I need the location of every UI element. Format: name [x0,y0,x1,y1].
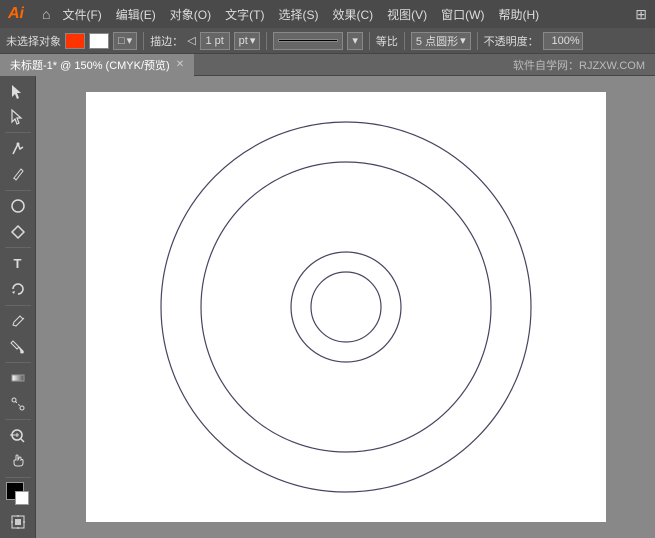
divider-3 [369,32,370,50]
no-selection-label: 未选择对象 [6,33,61,49]
canvas-area[interactable] [36,76,655,538]
selection-tool-button[interactable] [4,80,32,103]
color-swatches[interactable] [6,482,30,505]
menu-type[interactable]: 文字(T) [219,4,270,25]
text-tool-button[interactable]: T [4,252,32,275]
menu-view[interactable]: 视图(V) [381,4,433,25]
menu-help[interactable]: 帮助(H) [492,4,545,25]
document-tab[interactable]: 未标题-1* @ 150% (CMYK/预览) ✕ [0,54,194,76]
watermark-text: 软件自学网：RJZXW.COM [513,57,655,73]
stroke-style-dropdown[interactable]: ▾ [347,32,363,50]
menu-select[interactable]: 选择(S) [272,4,324,25]
divider-5 [477,32,478,50]
hand-tool-button[interactable] [4,449,32,472]
divider-1 [143,32,144,50]
app-logo: Ai [8,5,36,23]
toolbar-separator-3 [5,247,31,248]
gradient-tool-button[interactable] [4,367,32,390]
document-tab-title: 未标题-1* @ 150% (CMYK/预览) [10,57,170,73]
divider-2 [266,32,267,50]
toolbar-separator-4 [5,305,31,306]
eyedropper-tool-button[interactable] [4,310,32,333]
stroke-swatch[interactable] [89,33,109,49]
menu-edit[interactable]: 编辑(E) [110,4,162,25]
divider-4 [404,32,405,50]
brush-dropdown[interactable]: 5 点圆形 ▾ [411,32,471,50]
document-tab-close[interactable]: ✕ [176,59,184,70]
artboard-tool-button[interactable] [4,511,32,534]
title-bar: Ai ⌂ 文件(F) 编辑(E) 对象(O) 文字(T) 选择(S) 效果(C)… [0,0,655,28]
menu-object[interactable]: 对象(O) [164,4,217,25]
circle-inner-outer [291,252,401,362]
home-button[interactable]: ⌂ [42,6,50,22]
circle-inner-inner [311,272,381,342]
paintbucket-tool-button[interactable] [4,335,32,358]
toolbar: T [0,76,36,538]
canvas-svg [86,92,606,522]
main-area: T [0,76,655,538]
opacity-value[interactable]: 100% [543,32,583,50]
pencil-tool-button[interactable] [4,163,32,186]
circle-second [201,162,491,452]
foreground-color-swatch[interactable] [6,482,24,500]
toolbar-separator-1 [5,132,31,133]
document-tab-bar: 未标题-1* @ 150% (CMYK/预览) ✕ 软件自学网：RJZXW.CO… [0,54,655,76]
toolbar-separator-2 [5,190,31,191]
stroke-width-value[interactable]: 1 pt [200,32,230,50]
background-color-swatch[interactable] [15,491,29,505]
ellipse-tool-button[interactable] [4,195,32,218]
direct-selection-tool-button[interactable] [4,105,32,128]
menu-effect[interactable]: 效果(C) [326,4,379,25]
fill-swatch[interactable] [65,33,85,49]
blend-tool-button[interactable] [4,392,32,415]
stroke-icon: ◁ [187,34,195,47]
stroke-options-dropdown[interactable]: □▾ [113,32,137,50]
zoom-tool-button[interactable] [4,424,32,447]
circle-outer [161,122,531,492]
pen-tool-button[interactable] [4,137,32,160]
opacity-label: 不透明度： [484,33,539,49]
toolbar-separator-7 [5,477,31,478]
rectangle-tool-button[interactable] [4,220,32,243]
menu-file[interactable]: 文件(F) [56,4,107,25]
toolbar-separator-6 [5,419,31,420]
artboard [86,92,606,522]
equal-label: 等比 [376,33,398,49]
stroke-line-container[interactable] [273,32,343,50]
menu-bar: 文件(F) 编辑(E) 对象(O) 文字(T) 选择(S) 效果(C) 视图(V… [56,4,629,25]
rotate-tool-button[interactable] [4,277,32,300]
toolbar-separator-5 [5,362,31,363]
workspace-switcher-icon[interactable]: ⊞ [635,6,647,23]
menu-window[interactable]: 窗口(W) [435,4,490,25]
stroke-line [278,39,338,42]
stroke-label: 描边： [150,33,183,49]
stroke-unit-dropdown[interactable]: pt▾ [234,32,261,50]
options-bar: 未选择对象 □▾ 描边： ◁ 1 pt pt▾ ▾ 等比 5 点圆形 ▾ 不透明… [0,28,655,54]
